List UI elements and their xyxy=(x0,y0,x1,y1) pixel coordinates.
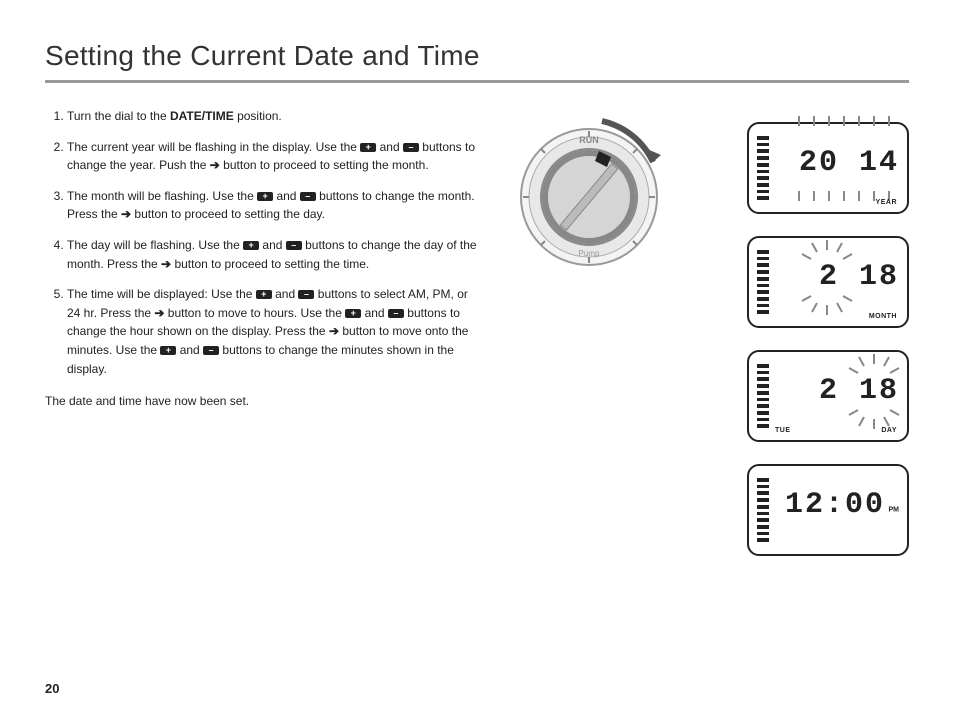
display-month-label: MONTH xyxy=(869,313,897,320)
title-rule xyxy=(45,80,909,83)
page-number: 20 xyxy=(45,681,59,696)
display-time-pm: PM xyxy=(889,507,900,514)
instructions-column: Turn the dial to the DATE/TIME position.… xyxy=(45,107,480,556)
step-5: The time will be displayed: Use the + an… xyxy=(67,285,480,378)
minus-icon: – xyxy=(403,143,419,152)
dial-run-label: RUN xyxy=(579,135,599,145)
plus-icon: + xyxy=(243,241,259,250)
step-1: Turn the dial to the DATE/TIME position. xyxy=(67,107,480,126)
minus-icon: – xyxy=(203,346,219,355)
arrow-icon: ➔ xyxy=(154,306,164,320)
display-year: 20 14 YEAR xyxy=(747,122,909,214)
display-month-value: 2 18 xyxy=(787,246,899,308)
arrow-icon: ➔ xyxy=(329,324,339,338)
minus-icon: – xyxy=(298,290,314,299)
step-2: The current year will be flashing in the… xyxy=(67,138,480,175)
display-day-label: DAY xyxy=(881,427,897,434)
plus-icon: + xyxy=(160,346,176,355)
display-weekday: TUE xyxy=(775,427,791,434)
display-day-value: 2 18 xyxy=(787,360,899,422)
display-year-value: 20 14 xyxy=(787,132,899,194)
arrow-icon: ➔ xyxy=(210,158,220,172)
minus-icon: – xyxy=(300,192,316,201)
display-column: 20 14 YEAR 2 18 MONTH xyxy=(699,107,909,556)
minus-icon: – xyxy=(388,309,404,318)
minus-icon: – xyxy=(286,241,302,250)
display-day: 2 18 DAY TUE xyxy=(747,350,909,442)
arrow-icon: ➔ xyxy=(121,207,131,221)
step-4: The day will be flashing. Use the + and … xyxy=(67,236,480,273)
display-time-value: 12:00 xyxy=(787,474,885,536)
plus-icon: + xyxy=(256,290,272,299)
dial-illustration: RUN Pump xyxy=(507,107,672,272)
plus-icon: + xyxy=(360,143,376,152)
plus-icon: + xyxy=(345,309,361,318)
dial-pump-label: Pump xyxy=(579,249,600,258)
display-year-label: YEAR xyxy=(876,199,897,206)
step-3: The month will be flashing. Use the + an… xyxy=(67,187,480,224)
arrow-icon: ➔ xyxy=(161,257,171,271)
display-month: 2 18 MONTH xyxy=(747,236,909,328)
page-title: Setting the Current Date and Time xyxy=(45,40,909,72)
closing-text: The date and time have now been set. xyxy=(45,392,480,411)
display-time: 12:00 PM xyxy=(747,464,909,556)
plus-icon: + xyxy=(257,192,273,201)
